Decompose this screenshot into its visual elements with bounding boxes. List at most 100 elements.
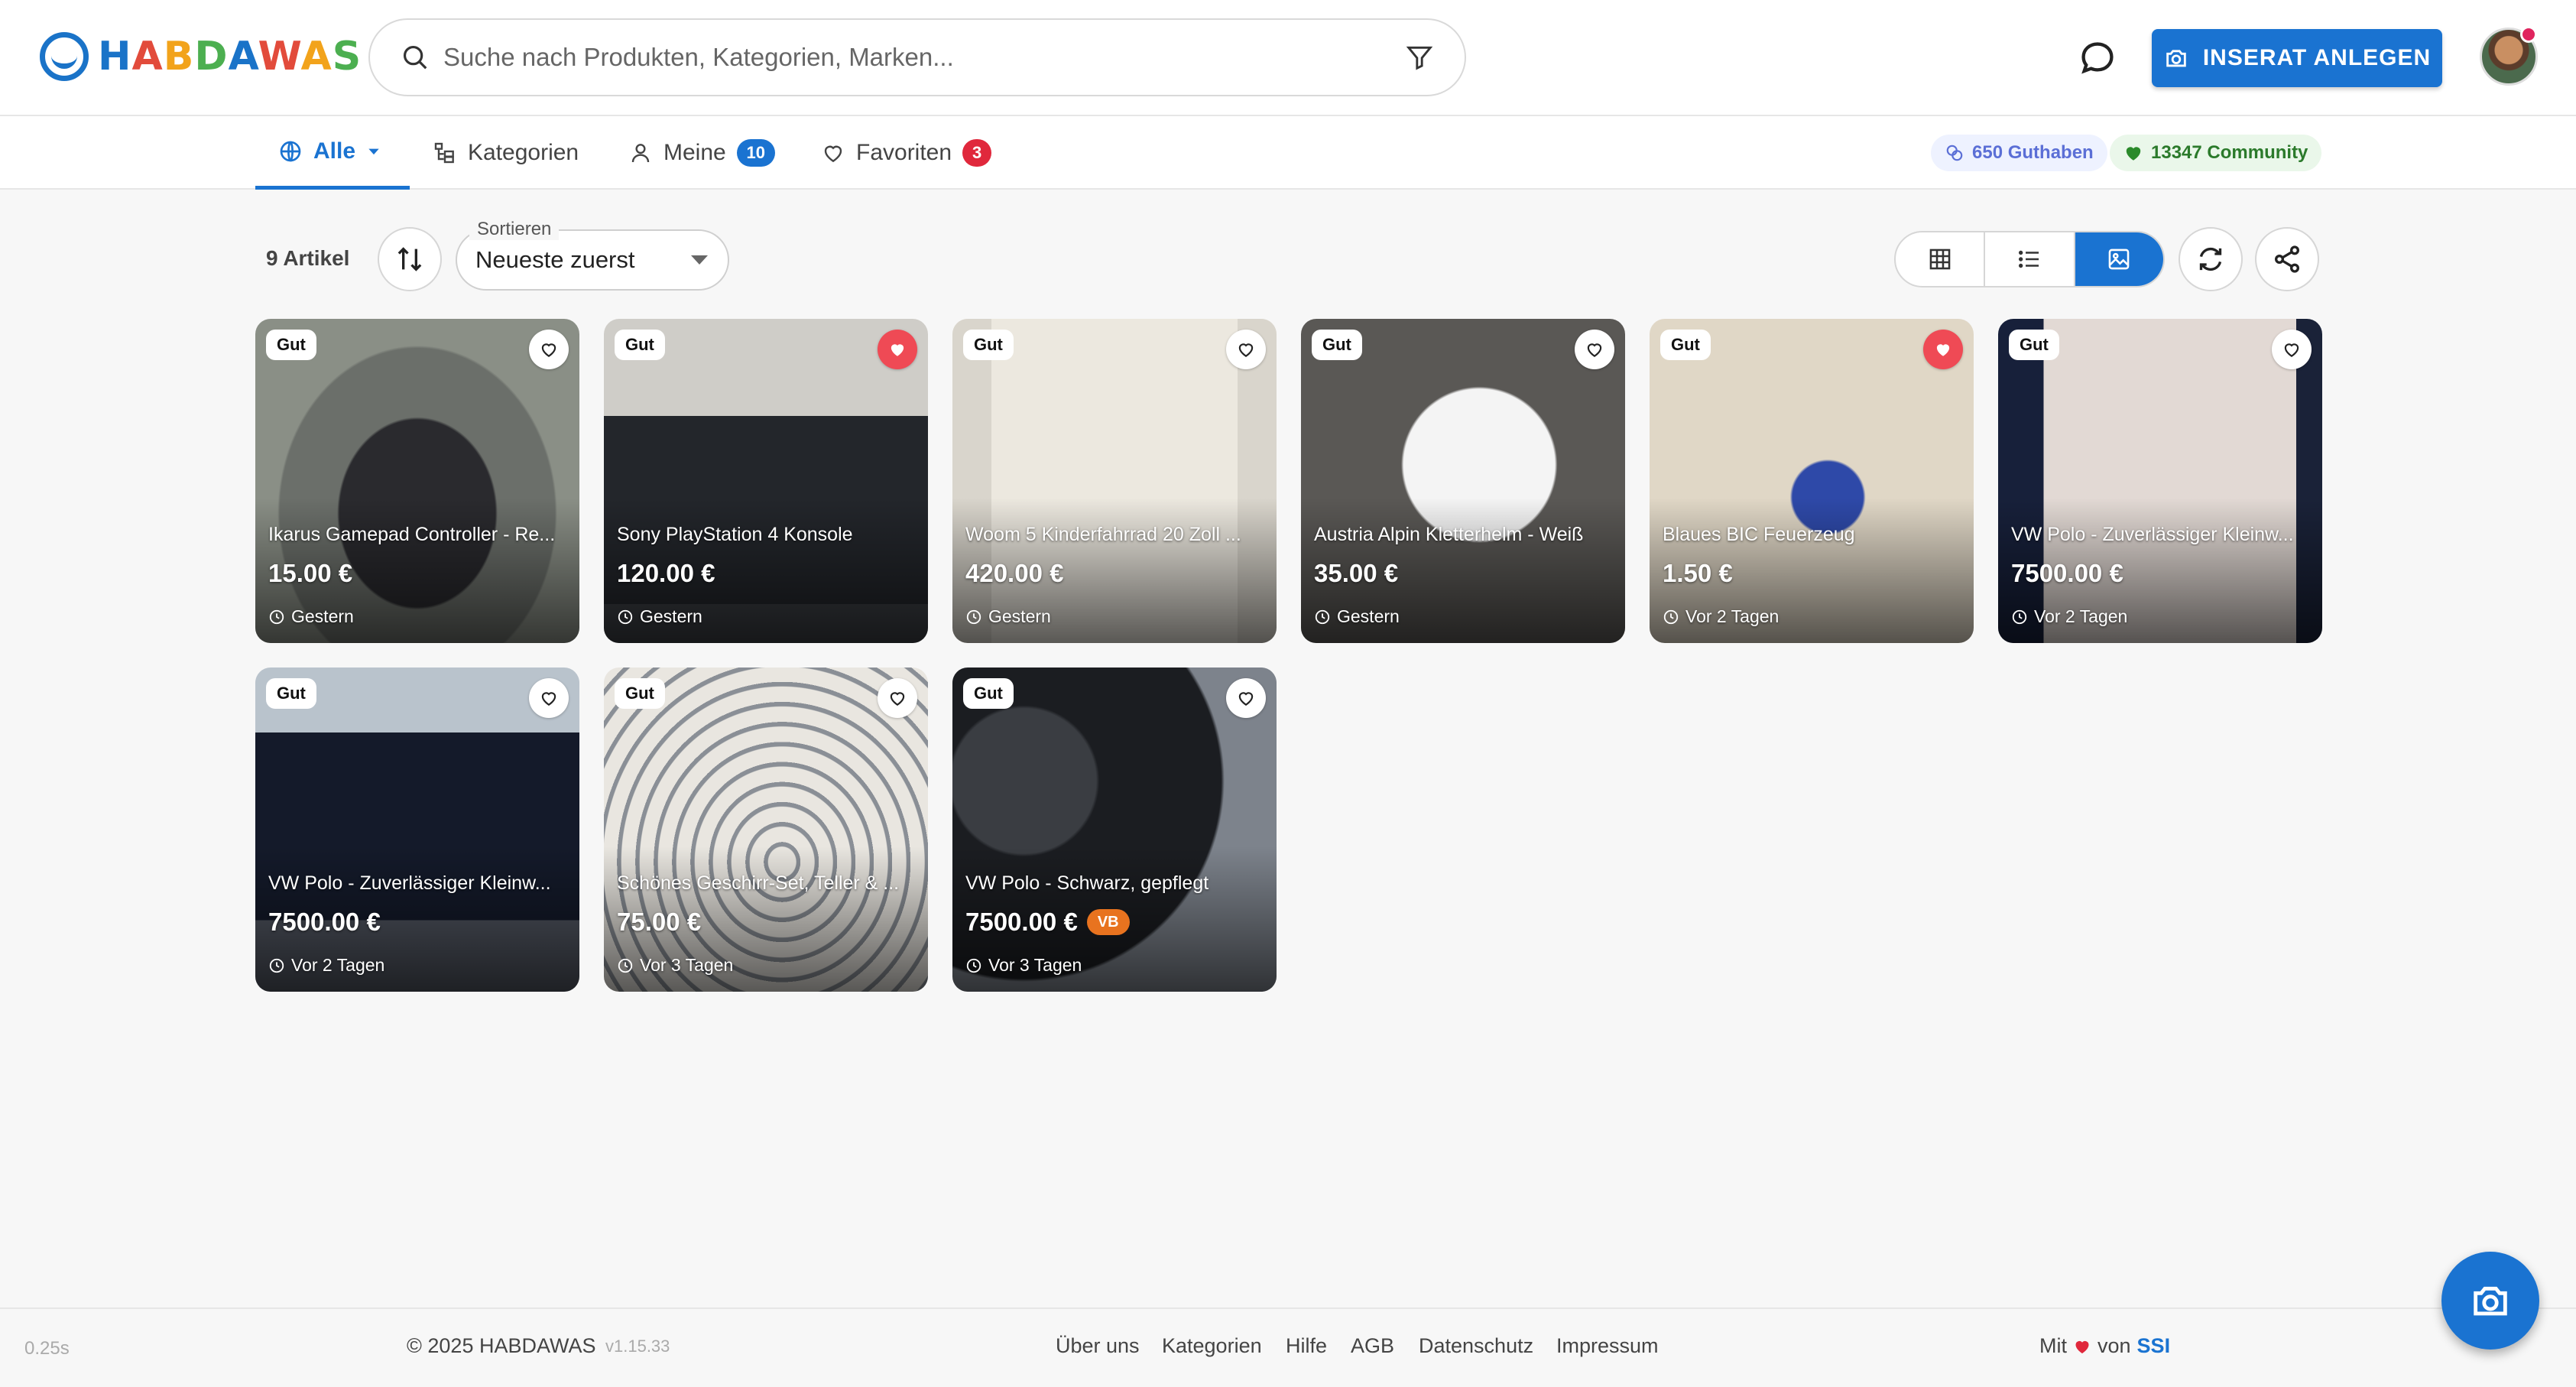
top-header: HABDAWAS INSERAT ANLEGEN <box>0 0 2576 116</box>
credit-label: 650 Guthaben <box>1972 142 2094 163</box>
listing-time: Gestern <box>1314 606 1400 627</box>
refresh-button[interactable] <box>2179 227 2243 291</box>
create-listing-button[interactable]: INSERAT ANLEGEN <box>2152 29 2442 87</box>
favorite-button[interactable] <box>529 678 569 718</box>
favorite-button[interactable] <box>529 330 569 369</box>
footer-link-categories[interactable]: Kategorien <box>1162 1334 1262 1358</box>
listing-title[interactable]: VW Polo - Zuverlässiger Kleinw... <box>2011 524 2309 546</box>
favorite-button[interactable] <box>878 330 917 369</box>
tab-mine[interactable]: Meine 10 <box>628 116 775 190</box>
share-button[interactable] <box>2255 227 2319 291</box>
made-with-love: Mit von SSI <box>2039 1334 2170 1358</box>
favorite-button[interactable] <box>878 678 917 718</box>
listing-time-label: Gestern <box>1337 606 1400 626</box>
notification-dot <box>2520 26 2537 43</box>
listing-price-row: 420.00 € <box>965 559 1063 588</box>
create-listing-fab[interactable] <box>2441 1252 2539 1350</box>
app-version: v1.15.33 <box>605 1337 670 1356</box>
condition-badge: Gut <box>2009 330 2059 360</box>
favorite-button[interactable] <box>1575 330 1614 369</box>
camera-icon <box>2474 1286 2507 1316</box>
copyright: © 2025 HABDAWAS <box>407 1334 596 1357</box>
heart-icon <box>1238 692 1254 706</box>
clock-icon <box>618 609 633 624</box>
tab-favorites[interactable]: Favoriten 3 <box>821 116 992 190</box>
sort-value: Neueste zuerst <box>475 246 635 273</box>
tab-categories[interactable]: Kategorien <box>433 116 579 190</box>
listing-title[interactable]: VW Polo - Schwarz, gepflegt <box>965 872 1264 895</box>
listing-card[interactable]: Gut VW Polo - Zuverlässiger Kleinw... 7500… <box>255 668 579 992</box>
listing-card[interactable]: Gut Austria Alpin Kletterhelm - Weiß 35.00… <box>1301 319 1625 643</box>
create-listing-label: INSERAT ANLEGEN <box>2202 45 2432 70</box>
tab-bar: Alle Kategorien Meine 10 Favoriten 3 650… <box>0 116 2576 190</box>
tab-favorites-label: Favoriten <box>856 140 952 165</box>
search-input[interactable] <box>443 43 1405 72</box>
made-by-link[interactable]: SSI <box>2137 1334 2171 1358</box>
listing-title[interactable]: Schönes Geschirr-Set, Teller & ... <box>617 872 915 895</box>
footer-link-about[interactable]: Über uns <box>1056 1334 1140 1358</box>
tab-all[interactable]: Alle <box>255 116 410 190</box>
listing-time: Vor 3 Tagen <box>617 955 733 976</box>
listing-card[interactable]: Gut VW Polo - Zuverlässiger Kleinw... 7500… <box>1998 319 2322 643</box>
community-chip[interactable]: 13347 Community <box>2110 135 2322 171</box>
favorite-button[interactable] <box>1923 330 1963 369</box>
listing-time: Vor 2 Tagen <box>1663 606 1779 627</box>
footer-link-imprint[interactable]: Impressum <box>1556 1334 1659 1358</box>
listing-title[interactable]: Ikarus Gamepad Controller - Re... <box>268 524 566 546</box>
heart-icon <box>1936 344 1950 356</box>
favorite-button[interactable] <box>1226 330 1266 369</box>
listing-title[interactable]: Sony PlayStation 4 Konsole <box>617 524 915 546</box>
category-tree-icon <box>434 142 454 164</box>
search-icon <box>403 45 427 70</box>
heart-outline-icon <box>824 145 842 163</box>
listing-time-label: Gestern <box>640 606 702 626</box>
listing-card[interactable]: Gut Ikarus Gamepad Controller - Re... 15.0… <box>255 319 579 643</box>
image-icon <box>2108 248 2130 270</box>
share-icon <box>2275 245 2299 273</box>
listing-card[interactable]: Gut Blaues BIC Feuerzeug 1.50 € Vor 2 Tagen <box>1650 319 1974 643</box>
favorite-button[interactable] <box>1226 678 1266 718</box>
filter-icon[interactable] <box>1405 43 1434 72</box>
footer-link-terms[interactable]: AGB <box>1351 1334 1394 1358</box>
listing-price: 420.00 € <box>965 559 1064 587</box>
listing-price-row: 7500.00 € <box>268 908 381 937</box>
grid-view-button[interactable] <box>1896 232 1986 286</box>
heart-icon <box>890 692 905 706</box>
listing-card[interactable]: Gut Sony PlayStation 4 Konsole 120.00 € Ges… <box>604 319 928 643</box>
chat-icon[interactable] <box>2078 38 2117 78</box>
listing-price-row: 1.50 € <box>1663 559 1733 588</box>
view-toggle-group <box>1894 231 2165 287</box>
brand-name: HABDAWAS <box>98 34 362 80</box>
footer-link-help[interactable]: Hilfe <box>1286 1334 1327 1358</box>
heart-icon <box>2075 1340 2089 1353</box>
listing-price-row: 7500.00 € <box>2011 559 2123 588</box>
credit-chip[interactable]: 650 Guthaben <box>1931 135 2107 171</box>
listing-card[interactable]: Gut Woom 5 Kinderfahrrad 20 Zoll ... 420.0… <box>952 319 1277 643</box>
listing-price-row: 75.00 € <box>617 908 701 937</box>
listing-title[interactable]: Blaues BIC Feuerzeug <box>1663 524 1961 546</box>
list-view-button[interactable] <box>1985 232 2075 286</box>
listing-time-label: Vor 3 Tagen <box>640 955 734 975</box>
mine-count-badge: 10 <box>736 139 775 167</box>
listing-title[interactable]: Woom 5 Kinderfahrrad 20 Zoll ... <box>965 524 1264 546</box>
made-prefix: Mit <box>2039 1334 2067 1357</box>
listing-card[interactable]: Gut VW Polo - Schwarz, gepflegt 7500.00 € V… <box>952 668 1277 992</box>
clock-icon <box>269 609 284 624</box>
clock-icon <box>966 609 981 624</box>
sort-arrows-icon <box>397 247 422 271</box>
brand-logo[interactable]: HABDAWAS <box>40 31 362 83</box>
gallery-view-button[interactable] <box>2075 232 2163 286</box>
condition-badge: Gut <box>963 330 1014 360</box>
tab-mine-label: Meine <box>663 140 726 165</box>
heart-icon <box>1587 343 1602 357</box>
listing-title[interactable]: VW Polo - Zuverlässiger Kleinw... <box>268 872 566 895</box>
favorite-button[interactable] <box>2272 330 2312 369</box>
sort-label: Sortieren <box>469 219 560 240</box>
sort-direction-button[interactable] <box>378 227 442 291</box>
footer-link-privacy[interactable]: Datenschutz <box>1419 1334 1533 1358</box>
listing-title[interactable]: Austria Alpin Kletterhelm - Weiß <box>1314 524 1612 546</box>
listing-card[interactable]: Gut Schönes Geschirr-Set, Teller & ... 75.… <box>604 668 928 992</box>
listing-time: Vor 2 Tagen <box>2011 606 2127 627</box>
clock-icon <box>618 958 633 973</box>
listing-price-row: 120.00 € <box>617 559 715 588</box>
